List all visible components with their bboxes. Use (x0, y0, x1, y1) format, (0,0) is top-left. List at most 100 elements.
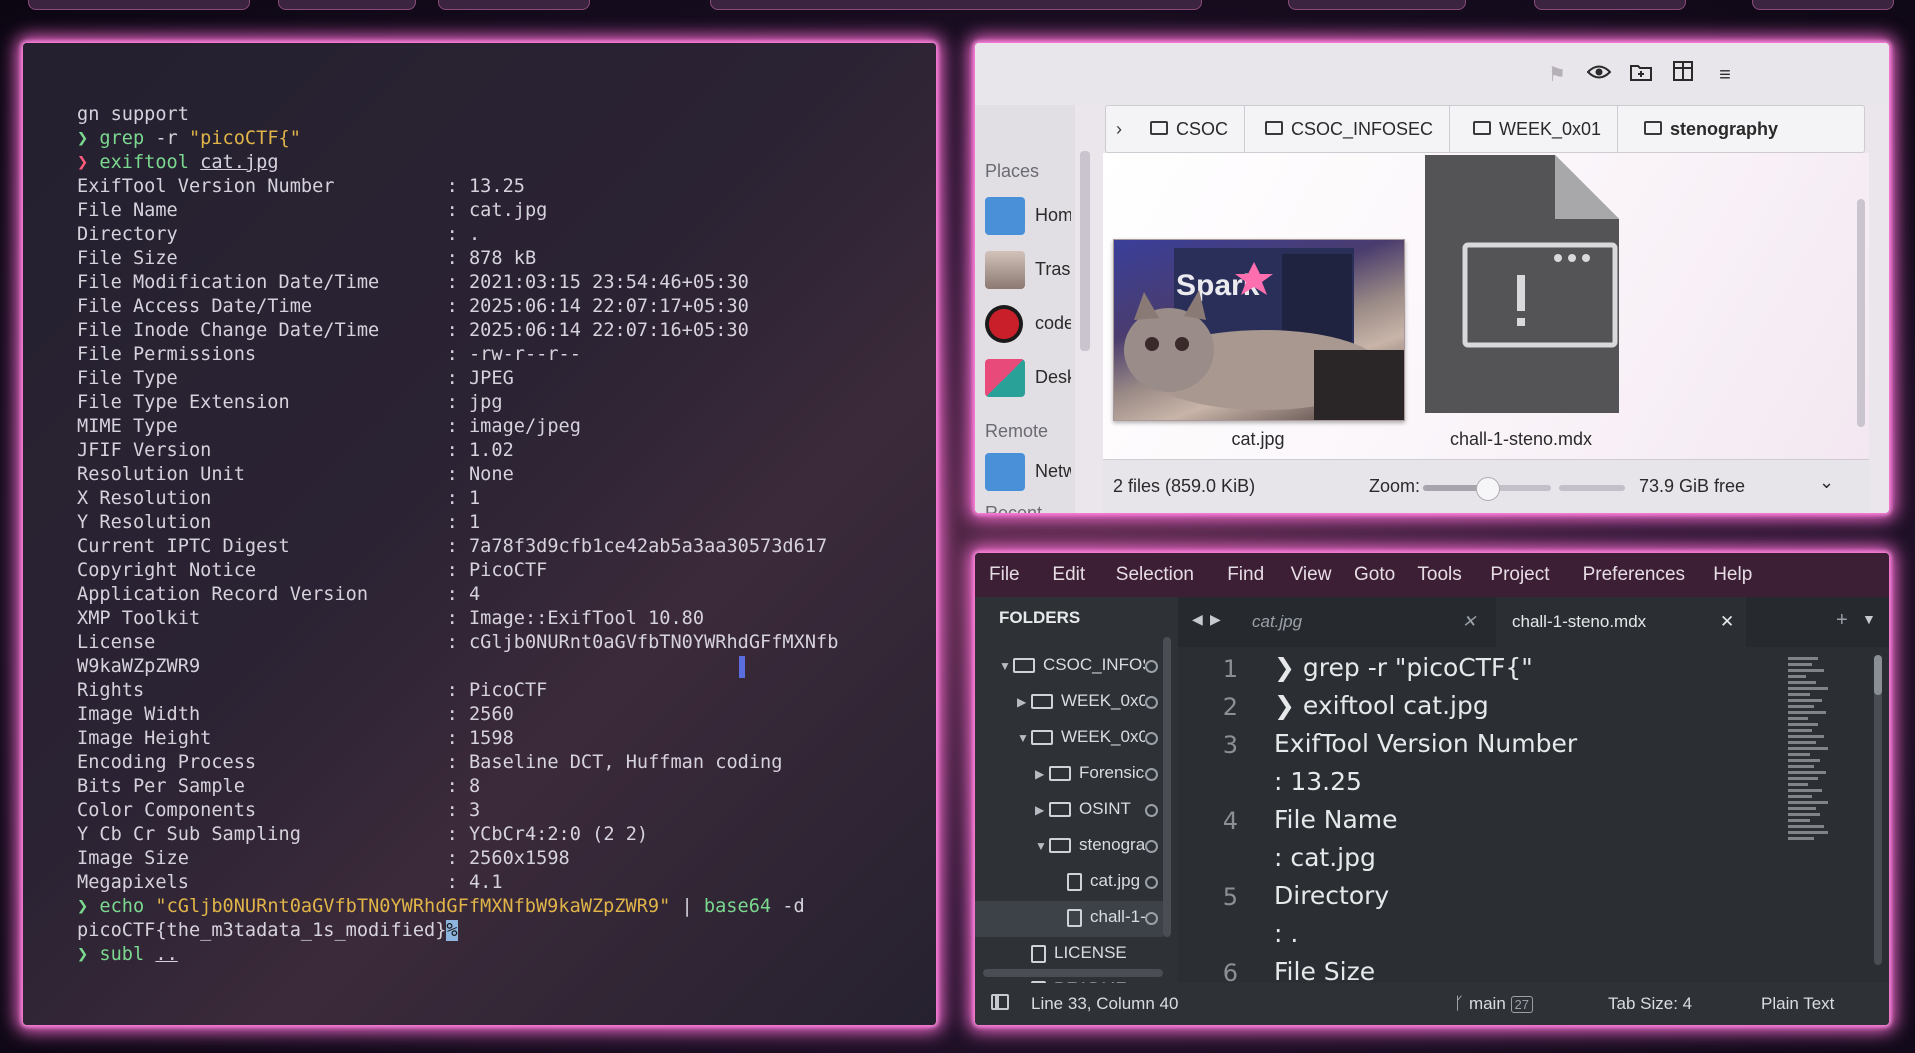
tree-item[interactable]: ▼CSOC_INFOSEC (999, 655, 1145, 675)
tree-item[interactable]: cat.jpg (1053, 871, 1145, 891)
menu-view[interactable]: View (1291, 564, 1332, 586)
code-line[interactable]: File Size (1274, 957, 1375, 986)
hamburger-menu-icon[interactable]: ≡ (1711, 61, 1739, 89)
chevron-right-icon[interactable]: ▶ (1035, 803, 1049, 817)
file-item-cat[interactable]: Spark cat.jpg (1113, 239, 1405, 449)
tree-item[interactable]: LICENSE (1017, 943, 1145, 963)
code-line[interactable]: File Name (1274, 805, 1398, 834)
minimap[interactable] (1786, 655, 1832, 855)
menu-bar: File Edit Selection Find View Goto Tools Projec… (975, 553, 1889, 597)
sidebar-item-code[interactable]: code (985, 303, 1071, 345)
breadcrumb-item-csoc-infosec[interactable]: CSOC_INFOSEC (1251, 106, 1451, 152)
code-line[interactable]: ❯ exiftool cat.jpg (1274, 691, 1489, 720)
tab-chall-1-steno[interactable]: chall-1-steno.mdx ✕ (1496, 597, 1746, 647)
sidebar-toggle-icon[interactable] (991, 994, 1009, 1010)
terminal-line: Copyright Notice: PicoCTF (77, 560, 548, 581)
sublime-text-window[interactable]: File Edit Selection Find View Goto Tools Projec… (975, 553, 1889, 1025)
code-line[interactable]: ❯ grep -r "picoCTF{" (1274, 653, 1533, 682)
exif-value: 4 (468, 584, 481, 605)
tree-item[interactable]: ▶Forensics (1035, 763, 1145, 783)
file-item-chall[interactable]: chall-1-steno.mdx (1421, 155, 1621, 449)
panel-widget[interactable] (1288, 0, 1466, 10)
sidebar-scrollbar[interactable] (1080, 151, 1090, 351)
sidebar-item-network[interactable]: Network (985, 451, 1071, 493)
sidebar-scrollbar[interactable] (1163, 637, 1171, 937)
bookmark-icon[interactable]: ⚑ (1543, 61, 1571, 89)
code-line[interactable]: Directory (1274, 881, 1389, 910)
tab-list-chevron-icon[interactable]: ▼ (1862, 611, 1876, 627)
flag-output: picoCTF{the_m3tadata_1s_modified} (77, 920, 447, 941)
file-view[interactable]: Spark cat.jpg chall-1-steno.mdx (1103, 153, 1869, 459)
tab-cat-jpg[interactable]: cat.jpg ✕ (1228, 597, 1486, 647)
menu-help[interactable]: Help (1713, 564, 1752, 586)
chevron-down-icon[interactable]: ▼ (1035, 839, 1049, 853)
sidebar-item-desktop[interactable]: Desktop (985, 357, 1071, 399)
menu-tools[interactable]: Tools (1417, 564, 1461, 586)
file-manager-window[interactable]: ⚑ ≡ Places Home Trash code Desktop Rem (975, 43, 1889, 513)
breadcrumb-item-week[interactable]: WEEK_0x01 (1459, 106, 1619, 152)
editor-scrollbar[interactable] (1874, 655, 1882, 965)
new-tab-plus-icon[interactable]: + (1836, 609, 1848, 632)
editor-scroll-thumb[interactable] (1874, 655, 1882, 695)
terminal-window[interactable]: gn support ❯ grep -r "picoCTF{" ❯ exiftool… (23, 43, 936, 1025)
cursor-position[interactable]: Line 33, Column 40 (1031, 994, 1178, 1014)
panel-tray[interactable] (1534, 0, 1686, 10)
git-status-dot (1145, 732, 1158, 745)
panel-widget[interactable] (278, 0, 416, 10)
image-thumbnail: Spark (1113, 239, 1405, 421)
new-folder-icon[interactable] (1627, 61, 1655, 89)
tree-item[interactable]: ▼WEEK_0x01 (1017, 727, 1145, 747)
terminal-line: XMP Toolkit: Image::ExifTool 10.80 (77, 608, 705, 629)
code-line[interactable]: : cat.jpg (1274, 843, 1376, 872)
tab-nav-right-icon[interactable]: ▶ (1210, 611, 1221, 628)
menu-preferences[interactable]: Preferences (1583, 564, 1685, 586)
preview-eye-icon[interactable] (1585, 61, 1613, 89)
sidebar-hscrollbar[interactable] (983, 969, 1163, 977)
exif-value: 2025:06:14 22:07:17+05:30 (468, 296, 749, 317)
panel-widget[interactable] (438, 0, 590, 10)
menu-goto[interactable]: Goto (1354, 564, 1395, 586)
tab-nav-left-icon[interactable]: ◀ (1192, 611, 1203, 628)
line-number: 1 (1222, 655, 1238, 683)
menu-project[interactable]: Project (1490, 564, 1549, 586)
tree-item[interactable]: ▶ OSINT (1035, 799, 1145, 819)
git-status-dot (1145, 696, 1158, 709)
git-branch[interactable]: ᚴ main 27 (1454, 994, 1533, 1014)
zoom-slider-handle[interactable] (1476, 477, 1500, 501)
close-icon[interactable]: ✕ (1462, 597, 1476, 647)
code-editor[interactable]: 1 ❯ grep -r "picoCTF{" 2 ❯ exiftool cat.jpg… (1178, 647, 1889, 987)
code-line[interactable]: : . (1274, 919, 1298, 948)
terminal-line: Application Record Version: 4 (77, 584, 481, 605)
menu-find[interactable]: Find (1227, 564, 1264, 586)
exif-key: Image Size (77, 848, 189, 869)
chevron-right-icon[interactable]: ▶ (1017, 695, 1031, 709)
file-view-scrollbar[interactable] (1857, 199, 1865, 427)
breadcrumb-item-csoc[interactable]: CSOC (1136, 106, 1246, 152)
breadcrumb-item-stenography[interactable]: stenography (1630, 106, 1794, 152)
code-line[interactable]: : 13.25 (1274, 767, 1362, 796)
chevron-right-icon[interactable]: › (1116, 106, 1122, 152)
tab-size[interactable]: Tab Size: 4 (1608, 994, 1692, 1014)
chevron-right-icon[interactable]: ▶ (1035, 767, 1049, 781)
split-view-icon[interactable] (1669, 61, 1697, 89)
zoom-slider[interactable] (1423, 477, 1551, 501)
panel-clock[interactable] (1752, 0, 1894, 10)
tree-item[interactable]: chall-1-steno.mdx (1053, 907, 1145, 927)
tree-item[interactable]: ▶WEEK_0x00 (1017, 691, 1145, 711)
terminal-output[interactable]: gn support ❯ grep -r "picoCTF{" ❯ exiftool… (77, 103, 916, 967)
chevron-down-icon[interactable]: ▼ (999, 659, 1013, 673)
panel-window-title[interactable] (710, 0, 1202, 10)
prompt-chevron-icon: ❯ (77, 896, 100, 917)
menu-file[interactable]: File (989, 564, 1020, 586)
panel-widget[interactable] (28, 0, 250, 10)
menu-selection[interactable]: Selection (1116, 564, 1194, 586)
tree-item[interactable]: ▼stenography (1035, 835, 1145, 855)
code-line[interactable]: ExifTool Version Number (1274, 729, 1577, 758)
sidebar-item-trash[interactable]: Trash (985, 249, 1071, 291)
close-icon[interactable]: ✕ (1720, 597, 1734, 647)
sidebar-item-home[interactable]: Home (985, 195, 1071, 237)
chevron-down-icon[interactable]: ⌄ (1819, 472, 1834, 493)
menu-edit[interactable]: Edit (1052, 564, 1085, 586)
chevron-down-icon[interactable]: ▼ (1017, 731, 1031, 745)
syntax-mode[interactable]: Plain Text (1761, 994, 1834, 1014)
